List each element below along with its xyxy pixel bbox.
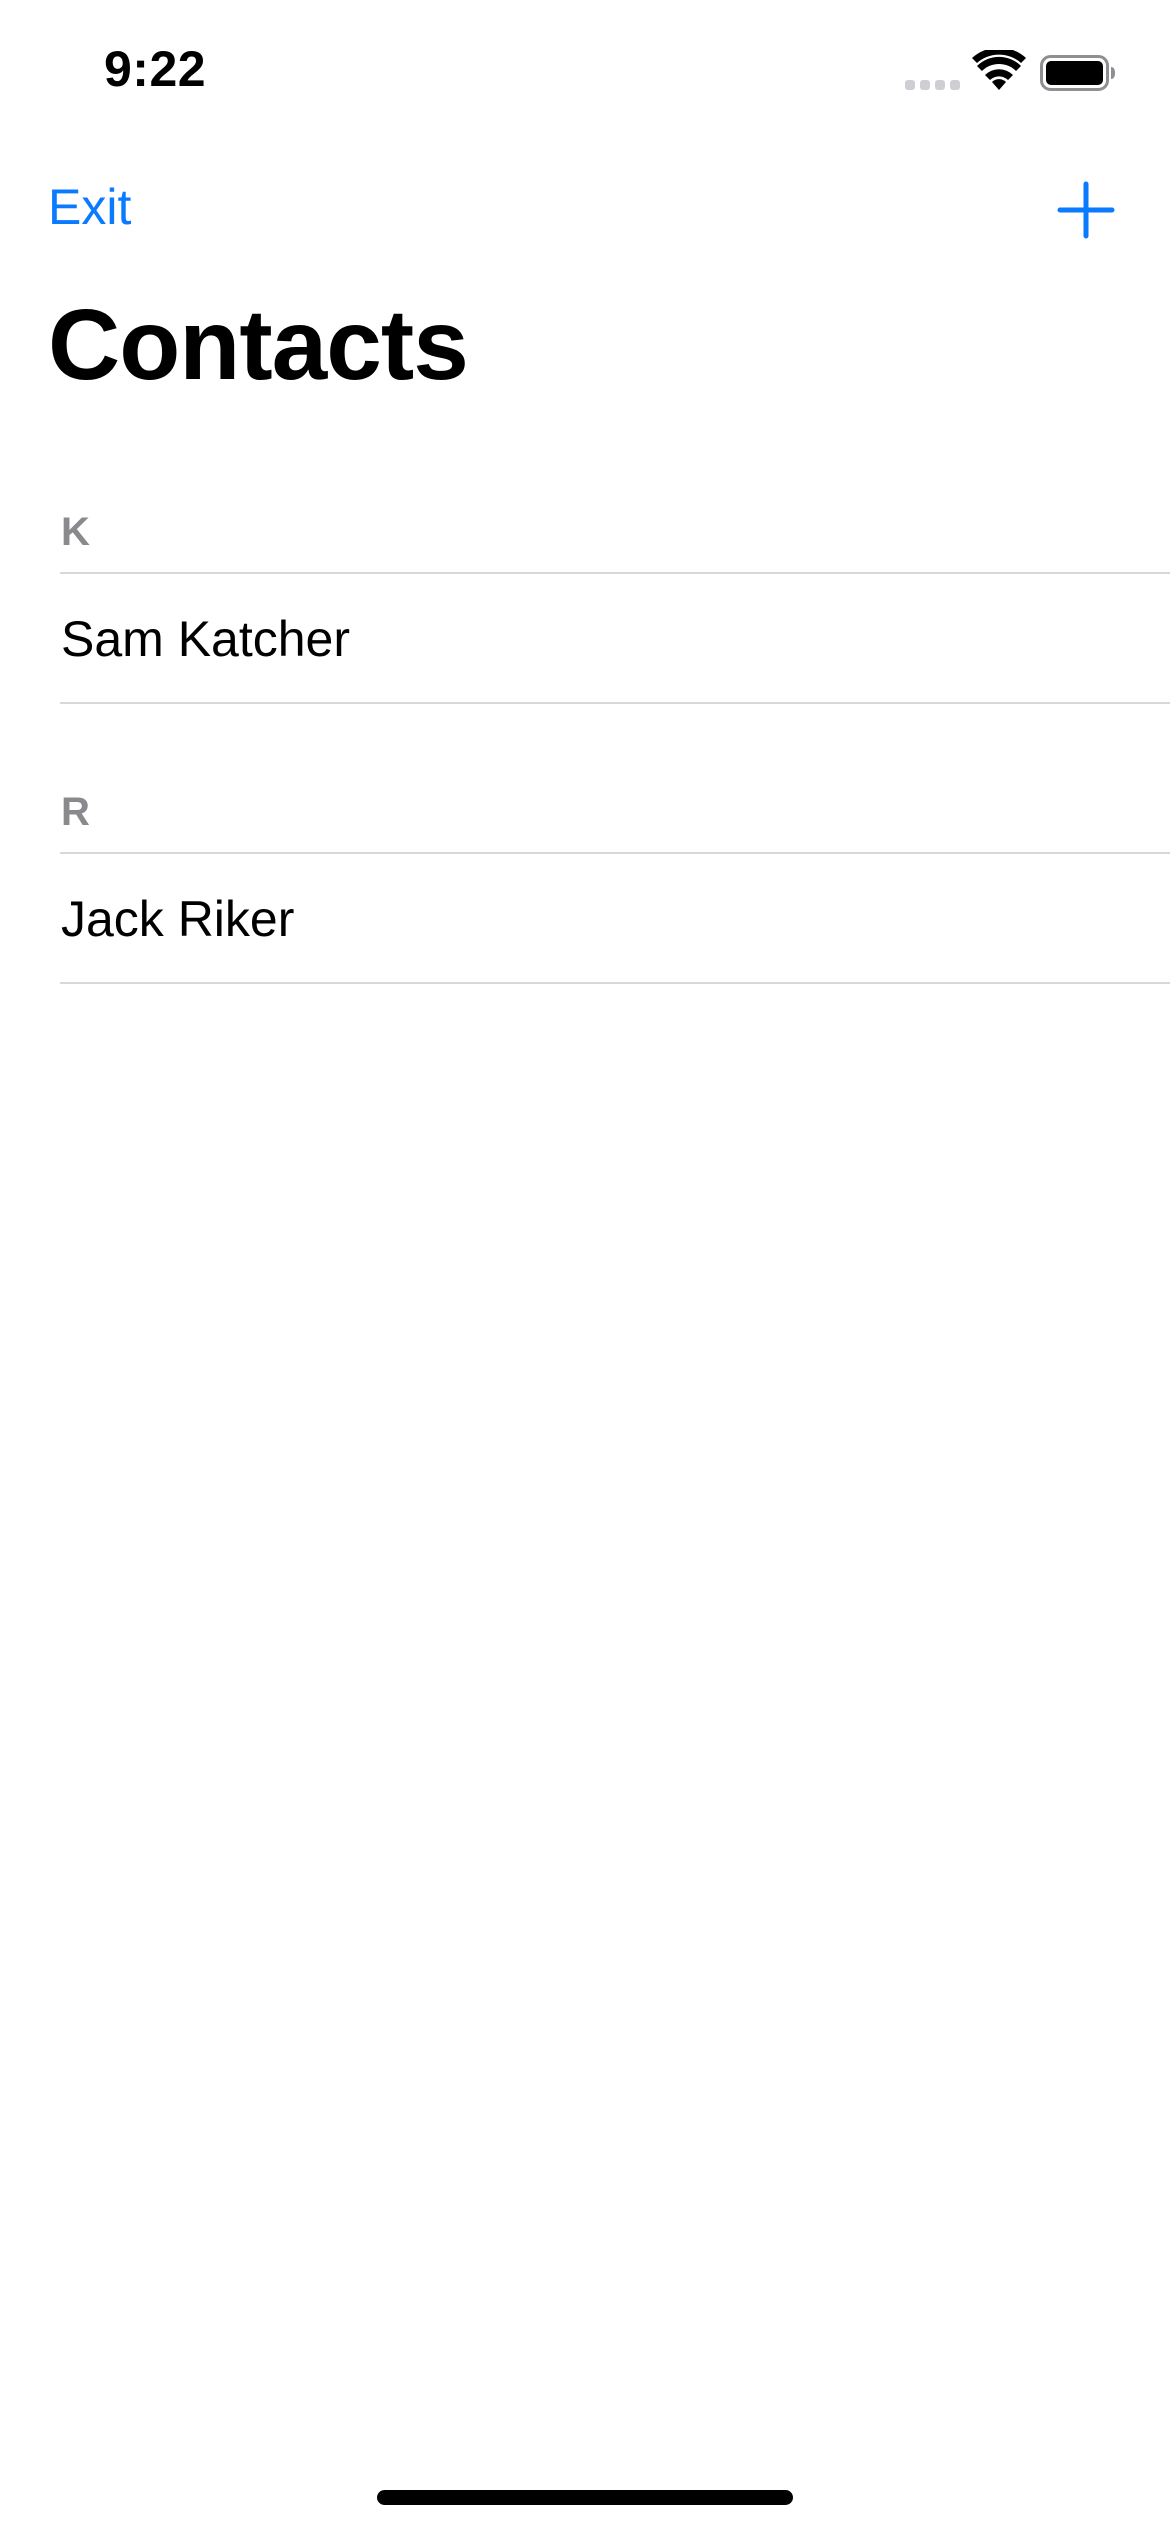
add-contact-button[interactable] [1056,180,1116,240]
contact-row-jack-riker[interactable]: Jack Riker [0,854,1170,982]
status-bar: 9:22 [0,0,1170,150]
contact-name: Jack Riker [61,891,295,947]
battery-icon [1040,55,1115,91]
divider [60,702,1170,704]
divider [60,982,1170,984]
home-indicator[interactable] [377,2490,793,2505]
cellular-signal-icon [905,80,960,90]
exit-button[interactable]: Exit [48,178,131,236]
wifi-icon [972,50,1026,90]
page-title: Contacts [48,289,469,401]
plus-icon [1057,181,1115,239]
section-header-k: K [61,510,90,554]
contact-row-sam-katcher[interactable]: Sam Katcher [0,574,1170,702]
status-time: 9:22 [104,41,207,97]
section-header-r: R [61,790,90,834]
contact-name: Sam Katcher [61,611,351,667]
